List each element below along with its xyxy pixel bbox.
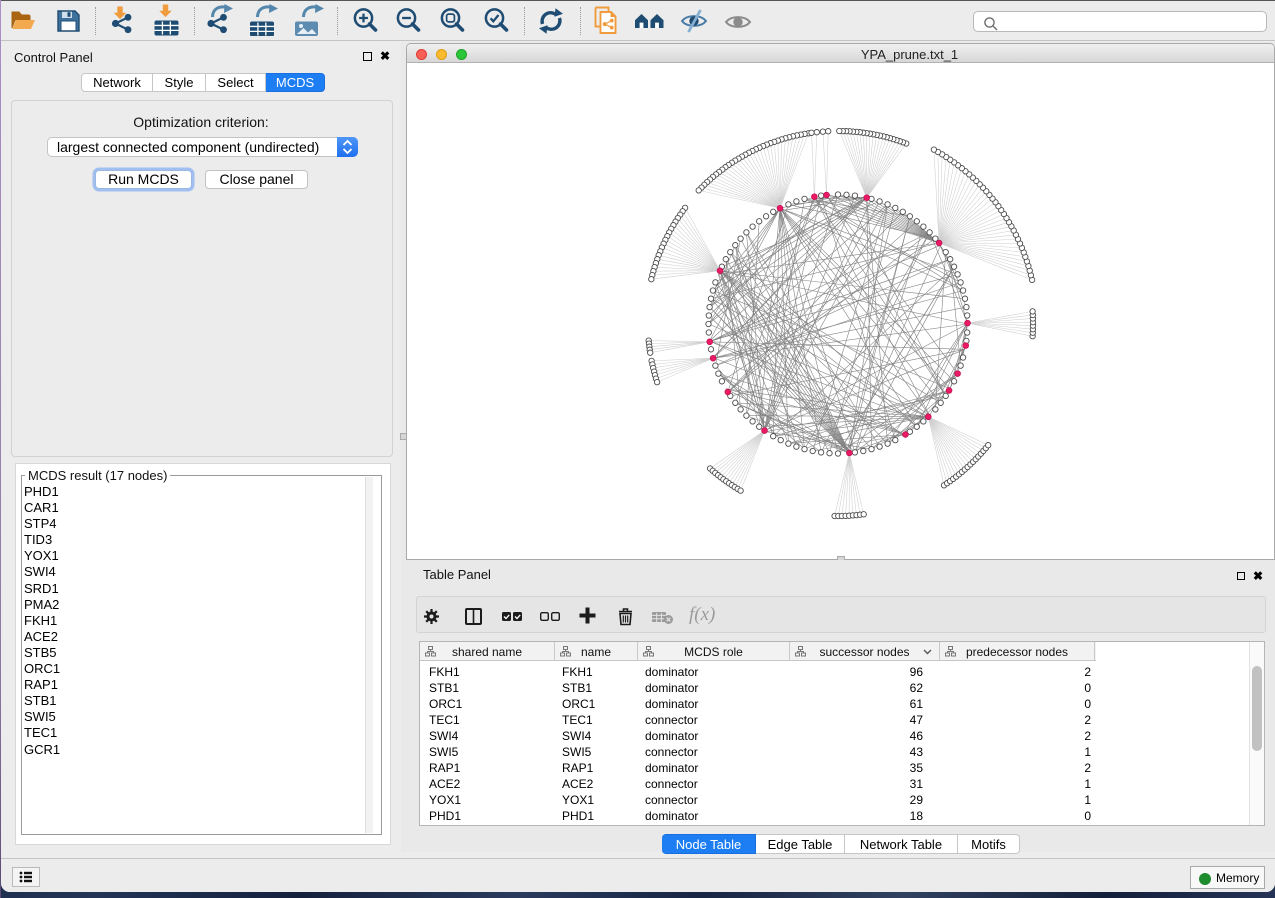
svg-text:f(x): f(x) [689, 604, 715, 625]
